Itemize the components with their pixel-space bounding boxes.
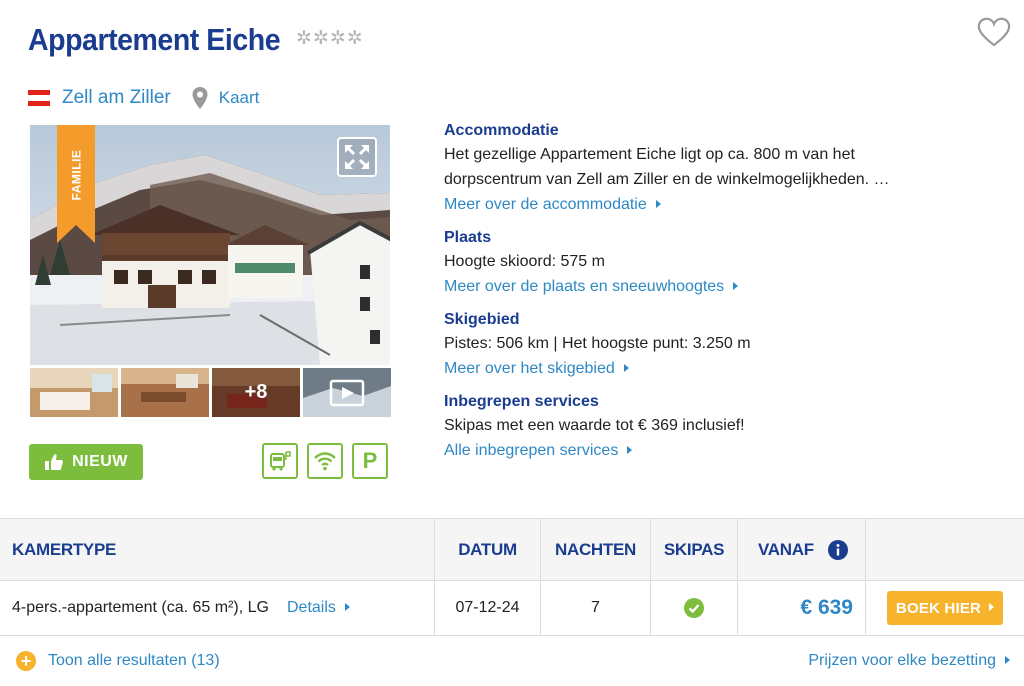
thumbs-up-icon <box>45 454 64 470</box>
more-place-link[interactable]: Meer over de plaats en sneeuwhoogtes <box>444 274 739 299</box>
chevron-right-icon <box>733 282 739 290</box>
thumbnail-bedroom[interactable] <box>30 368 118 417</box>
section-text: Pistes: 506 km | Het hoogste punt: 3.250… <box>444 335 751 352</box>
chevron-right-icon <box>344 603 350 611</box>
chevron-right-icon <box>989 603 995 611</box>
header-skipass: SKIPAS <box>663 539 725 559</box>
bus-stop-icon <box>262 443 298 479</box>
map-link[interactable]: Kaart <box>219 88 260 108</box>
prices-per-occupancy-link[interactable]: Prijzen voor elke bezetting <box>808 652 1010 670</box>
map-pin-icon <box>192 87 208 109</box>
header-date: DATUM <box>458 539 517 559</box>
more-accommodation-link[interactable]: Meer over de accommodatie <box>444 192 661 217</box>
new-badge: NIEUW <box>29 444 143 480</box>
thumbnail-living-more[interactable]: +8 <box>212 368 300 417</box>
thumbnail-dining[interactable] <box>121 368 209 417</box>
info-icon[interactable] <box>827 539 848 560</box>
section-title: Skigebied <box>444 311 520 328</box>
header-room-type: KAMERTYPE <box>12 539 117 559</box>
thumbnail-video[interactable] <box>303 368 391 417</box>
section-text: Skipas met een waarde tot € 369 inclusie… <box>444 417 745 434</box>
section-ski-area: Skigebied Pistes: 506 km | Het hoogste p… <box>444 309 984 381</box>
details-link[interactable]: Details <box>287 599 350 617</box>
chevron-right-icon <box>655 200 661 208</box>
main-photo[interactable]: FAMILIE <box>30 125 390 365</box>
price: € 639 <box>800 596 853 619</box>
section-place: Plaats Hoogte skioord: 575 m Meer over d… <box>444 227 984 299</box>
checkmark-icon <box>684 598 704 618</box>
section-text: dorpscentrum van Zell am Ziller en de wi… <box>444 171 890 188</box>
title-row: Appartement Eiche ✲✲✲✲ <box>28 22 364 58</box>
show-all-results-link[interactable]: + Toon alle resultaten (13) <box>16 651 220 671</box>
info-panel: Accommodatie Het gezellige Appartement E… <box>444 120 984 463</box>
accommodation-title: Appartement Eiche <box>28 22 281 57</box>
room-table: KAMERTYPE DATUM NACHTEN SKIPAS VANAF 4-p… <box>0 518 1024 636</box>
more-ski-area-link[interactable]: Meer over het skigebied <box>444 356 629 381</box>
all-services-link[interactable]: Alle inbegrepen services <box>444 438 633 463</box>
family-ribbon-label: FAMILIE <box>69 149 83 201</box>
chevron-right-icon <box>1005 656 1010 664</box>
parking-icon: P <box>352 443 388 479</box>
heart-icon[interactable] <box>976 16 1012 48</box>
location-row: Zell am Ziller Kaart <box>28 86 259 110</box>
row-nights: 7 <box>591 599 600 616</box>
room-type: 4-pers.-appartement (ca. 65 m²), LG <box>12 599 269 616</box>
star-rating: ✲✲✲✲ <box>296 28 364 49</box>
austria-flag-icon <box>28 90 50 106</box>
section-text: Het gezellige Appartement Eiche ligt op … <box>444 146 855 163</box>
section-title: Accommodatie <box>444 122 559 139</box>
new-badge-label: NIEUW <box>72 453 128 470</box>
book-button[interactable]: BOEK HIER <box>887 591 1003 625</box>
section-services: Inbegrepen services Skipas met een waard… <box>444 391 984 463</box>
chevron-right-icon <box>627 446 633 454</box>
section-title: Plaats <box>444 229 492 246</box>
section-text: Hoogte skioord: 575 m <box>444 253 605 270</box>
location-link[interactable]: Zell am Ziller <box>62 87 171 109</box>
more-photos-count: +8 <box>212 368 300 417</box>
thumbnail-strip: +8 <box>30 368 391 417</box>
section-accommodation: Accommodatie Het gezellige Appartement E… <box>444 120 984 217</box>
header-nights: NACHTEN <box>554 539 636 559</box>
section-title: Inbegrepen services <box>444 393 599 410</box>
header-from: VANAF <box>758 539 814 559</box>
expand-icon[interactable] <box>337 137 377 177</box>
wifi-icon <box>307 443 343 479</box>
plus-icon: + <box>16 651 36 671</box>
chevron-right-icon <box>623 364 629 372</box>
table-header: KAMERTYPE DATUM NACHTEN SKIPAS VANAF <box>0 519 1024 581</box>
footer: + Toon alle resultaten (13) Prijzen voor… <box>0 646 1024 676</box>
table-row: 4-pers.-appartement (ca. 65 m²), LG Deta… <box>0 581 1024 636</box>
row-date: 07-12-24 <box>455 599 520 616</box>
